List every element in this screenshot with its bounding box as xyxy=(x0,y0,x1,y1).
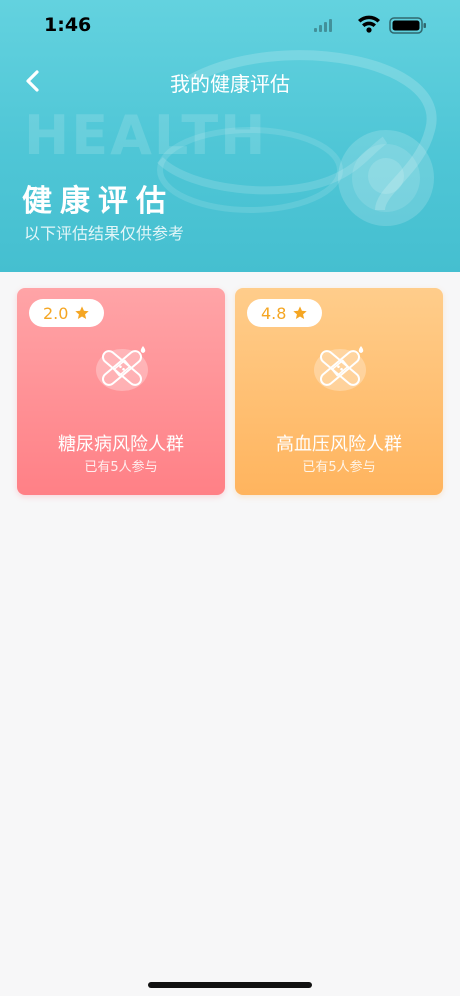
status-bar: 1:46 xyxy=(0,0,460,48)
assessment-card-diabetes[interactable]: 2.0 糖尿病风险人群 已有5人参与 xyxy=(17,288,225,495)
header-banner: HEALTH 1:46 我的健康评估 健康评估 以下评估结果仅供参考 xyxy=(0,0,460,272)
star-icon xyxy=(75,306,90,319)
wifi-icon xyxy=(358,15,380,33)
hero-title: 健康评估 xyxy=(22,184,174,219)
signal-icon xyxy=(314,19,332,32)
card-participants: 已有5人参与 xyxy=(302,460,376,475)
battery-icon xyxy=(389,17,426,34)
nav-bar: 我的健康评估 xyxy=(0,56,460,106)
card-participants: 已有5人参与 xyxy=(84,460,158,475)
card-title: 糖尿病风险人群 xyxy=(58,434,184,455)
assessment-card-hypertension[interactable]: 4.8 高血压风险人群 已有5人参与 xyxy=(235,288,443,495)
hero-subtitle: 以下评估结果仅供参考 xyxy=(24,224,185,243)
syringe-bandage-icon xyxy=(96,346,148,391)
rating-badge: 4.8 xyxy=(247,299,323,327)
rating-value: 4.8 xyxy=(261,303,287,323)
status-icons xyxy=(314,15,426,34)
rating-badge: 2.0 xyxy=(29,299,105,327)
syringe-bandage-icon xyxy=(314,346,366,391)
card-title: 高血压风险人群 xyxy=(276,434,402,455)
star-icon xyxy=(293,306,308,319)
home-indicator[interactable] xyxy=(148,982,312,988)
page-title: 我的健康评估 xyxy=(170,72,290,96)
rating-value: 2.0 xyxy=(43,303,69,323)
status-time: 1:46 xyxy=(44,14,92,36)
